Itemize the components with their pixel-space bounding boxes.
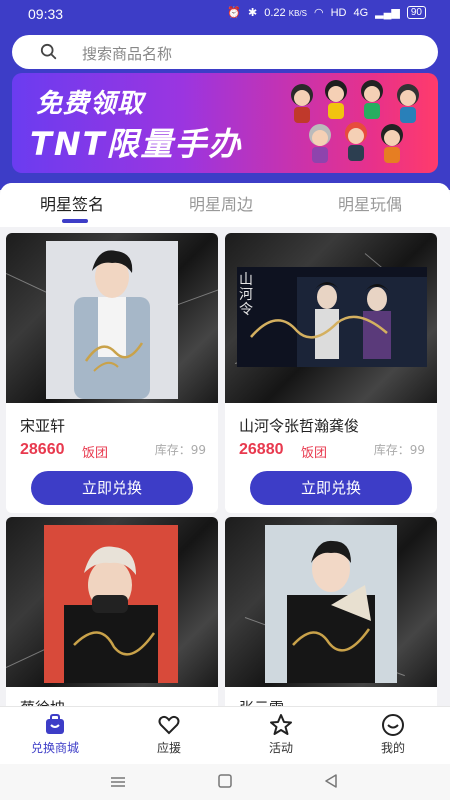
hd-badge: HD [330, 6, 347, 19]
stock-label: 库存：99 [373, 443, 425, 457]
status-icons: ⏰ ✱ 0.22 KB/S ◠ HD 4G ▂▄▆ 90 [227, 6, 426, 19]
promo-banner[interactable]: 免费领取 TNT限量手办 [12, 73, 438, 173]
home-icon[interactable] [218, 774, 232, 788]
status-time: 09:33 [28, 6, 64, 22]
back-icon[interactable] [324, 774, 338, 788]
bluetooth-icon: ✱ [248, 7, 258, 19]
nav-label: 应援 [156, 741, 181, 755]
figurines-image [291, 80, 419, 163]
nav-item-mall[interactable]: 兑换商城 [10, 713, 100, 756]
redeem-button[interactable]: 立即兑换 [31, 471, 193, 505]
smile-icon [382, 714, 404, 736]
signed-photo [265, 525, 397, 683]
product-card[interactable]: 宋亚轩 28660 饭团 库存：99 立即兑换 [6, 233, 218, 513]
price-unit: 饭团 [301, 446, 328, 461]
search-placeholder: 搜索商品名称 [82, 45, 173, 63]
bag-icon [46, 714, 64, 734]
star-icon [270, 714, 292, 735]
product-photo [6, 233, 218, 403]
signal-icon: ▂▄▆ [375, 7, 400, 19]
product-photo [6, 517, 218, 687]
battery-icon: 90 [406, 6, 426, 19]
heart-icon [158, 715, 180, 735]
nav-label: 兑换商城 [30, 741, 79, 755]
signed-photo [46, 241, 178, 399]
product-card[interactable]: 山河令 山河令张哲瀚龚俊 26880 饭团 库存：99 立即兑换 [225, 233, 437, 513]
banner-line1: 免费领取 [36, 89, 145, 119]
redeem-button[interactable]: 立即兑换 [250, 471, 412, 505]
tab-merchandise[interactable]: 明星周边 [189, 191, 253, 215]
product-card[interactable]: 张云雷 [225, 517, 437, 717]
product-price: 28660 [20, 441, 65, 458]
signed-poster [237, 267, 427, 367]
nav-item-activities[interactable]: 活动 [236, 713, 326, 756]
product-photo: 山河令 [225, 233, 437, 403]
price-unit: 饭团 [82, 446, 109, 461]
nav-item-support[interactable]: 应援 [124, 713, 214, 756]
nav-label: 我的 [380, 741, 405, 755]
product-photo [225, 517, 437, 687]
menu-icon[interactable] [110, 776, 126, 788]
tab-dolls[interactable]: 明星玩偶 [338, 191, 402, 215]
wifi-icon: ◠ [313, 7, 324, 19]
product-name: 宋亚轩 [20, 417, 66, 435]
status-bar: 09:33 ⏰ ✱ 0.22 KB/S ◠ HD 4G ▂▄▆ 90 [0, 0, 450, 28]
search-input[interactable]: 搜索商品名称 [12, 35, 438, 69]
signed-photo [44, 525, 178, 683]
nav-item-profile[interactable]: 我的 [348, 713, 438, 756]
product-price: 26880 [239, 441, 284, 458]
active-tab-indicator [62, 219, 88, 223]
product-card[interactable]: 蔡徐坤 [6, 517, 218, 717]
bottom-nav: 兑换商城 应援 活动 我的 [0, 706, 450, 765]
stock-label: 库存：99 [154, 443, 206, 457]
alarm-icon: ⏰ [227, 7, 242, 19]
search-icon [40, 43, 57, 60]
system-nav-bar [0, 764, 450, 800]
network-speed: 0.22 KB/S [264, 6, 307, 19]
banner-line2: TNT限量手办 [30, 125, 243, 163]
signal-label: 4G [353, 6, 369, 19]
product-name: 山河令张哲瀚龚俊 [239, 417, 360, 435]
nav-label: 活动 [268, 741, 293, 755]
poster-title: 山河令 [239, 272, 253, 318]
tab-signatures[interactable]: 明星签名 [40, 191, 104, 215]
